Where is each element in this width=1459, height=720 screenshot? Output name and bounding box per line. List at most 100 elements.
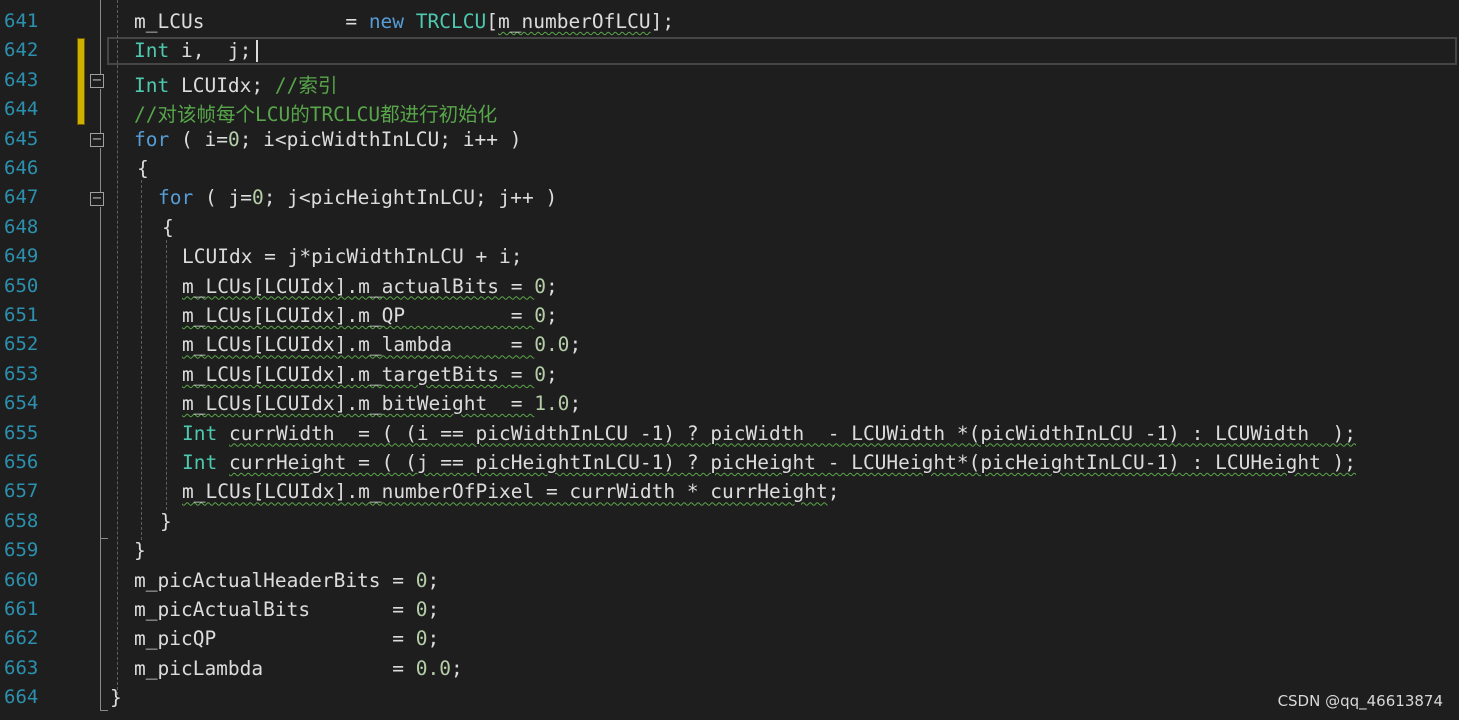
- code-line[interactable]: 654 m_LCUs[LCUIdx].m_bitWeight = 1.0;: [0, 389, 1459, 418]
- code-token: m_picQP =: [134, 627, 416, 651]
- code-token: ;: [545, 304, 558, 327]
- code-line[interactable]: 641 m_LCUs = new TRCLCU[m_numberOfLCU];: [0, 7, 1459, 36]
- code-line[interactable]: 644 //对该帧每个LCU的TRCLCU都进行初始化: [0, 95, 1459, 127]
- code-line[interactable]: 660 m_picActualHeaderBits = 0;: [0, 566, 1459, 595]
- code-comment: //索引: [274, 73, 338, 97]
- line-number: 642: [4, 39, 39, 62]
- code-token: m_numberOfLCU: [498, 10, 651, 33]
- code-text[interactable]: }: [110, 686, 122, 709]
- code-line[interactable]: 648 {: [0, 213, 1459, 242]
- code-text[interactable]: Int i, j;: [134, 39, 251, 62]
- code-text[interactable]: m_picActualBits = 0;: [134, 598, 439, 621]
- code-line[interactable]: 662 m_picQP = 0;: [0, 624, 1459, 653]
- code-number: 0: [415, 627, 428, 651]
- line-number: 652: [4, 333, 39, 356]
- line-number: 646: [4, 157, 39, 179]
- code-text[interactable]: m_LCUs[LCUIdx].m_numberOfPixel = currWid…: [182, 480, 839, 503]
- line-number: 648: [4, 215, 39, 238]
- code-token: ;: [827, 480, 840, 504]
- code-number: 0: [251, 186, 264, 210]
- code-text[interactable]: m_LCUs[LCUIdx].m_lambda = 0.0;: [182, 333, 581, 356]
- code-line[interactable]: 650 m_LCUs[LCUIdx].m_actualBits = 0;: [0, 272, 1459, 301]
- code-token: ;: [545, 362, 558, 386]
- code-line[interactable]: 663 m_picLambda = 0.0;: [0, 654, 1459, 683]
- line-number: 664: [4, 686, 39, 709]
- line-number: 656: [4, 451, 39, 473]
- code-token: ( i=: [169, 127, 228, 151]
- code-token: currHeight = ( (j == picHeightInLCU-1) ?…: [228, 451, 1357, 474]
- code-line[interactable]: 649 LCUIdx = j*picWidthInLCU + i;: [0, 242, 1459, 271]
- code-text[interactable]: m_LCUs = new TRCLCU[m_numberOfLCU];: [134, 10, 674, 33]
- line-number: 661: [4, 598, 39, 620]
- line-number: 663: [4, 656, 39, 679]
- line-number: 645: [4, 127, 39, 150]
- code-text[interactable]: m_LCUs[LCUIdx].m_QP = 0;: [182, 304, 558, 327]
- code-text[interactable]: m_picLambda = 0.0;: [134, 657, 463, 680]
- code-line[interactable]: 653 m_LCUs[LCUIdx].m_targetBits = 0;: [0, 360, 1459, 389]
- code-type: Int: [134, 73, 170, 97]
- code-text[interactable]: }: [134, 539, 146, 562]
- code-text[interactable]: m_picQP = 0;: [134, 627, 439, 650]
- code-token: }: [160, 509, 172, 533]
- line-number: 658: [4, 509, 39, 532]
- line-number: 662: [4, 627, 39, 650]
- code-line[interactable]: 664}: [0, 683, 1459, 712]
- code-token: LCUIdx;: [169, 73, 275, 97]
- code-token: ; i<picWidthInLCU; i++ ): [239, 127, 522, 151]
- watermark: CSDN @qq_46613874: [1277, 692, 1443, 710]
- code-text[interactable]: {: [162, 216, 174, 239]
- code-line[interactable]: 643 Int LCUIdx; //索引: [0, 66, 1459, 98]
- code-line[interactable]: 659}: [0, 536, 1459, 565]
- code-line[interactable]: 647 for ( j=0; j<picHeightInLCU; j++ ): [0, 183, 1459, 212]
- code-text[interactable]: }: [160, 510, 172, 533]
- code-line[interactable]: 656 Int currHeight = ( (j == picHeightInL…: [0, 448, 1459, 477]
- code-type: Int: [134, 39, 170, 63]
- line-number: 650: [4, 274, 39, 297]
- line-number: 659: [4, 539, 39, 562]
- code-text[interactable]: m_picActualHeaderBits = 0;: [134, 569, 439, 592]
- code-text[interactable]: m_LCUs[LCUIdx].m_actualBits = 0;: [182, 275, 558, 298]
- code-token: ; j<picHeightInLCU; j++ ): [263, 186, 558, 210]
- code-token: [: [486, 10, 498, 33]
- line-number: 649: [4, 245, 39, 268]
- code-number: 0.0: [534, 333, 570, 357]
- code-text[interactable]: Int LCUIdx; //索引: [134, 69, 337, 98]
- code-editor[interactable]: − − − 641 m_LCUs = new TRCLCU[m_numberOfL…: [0, 0, 1459, 720]
- line-number: 641: [4, 10, 39, 32]
- code-text[interactable]: for ( j=0; j<picHeightInLCU; j++ ): [158, 186, 557, 209]
- code-token: m_picActualHeaderBits =: [134, 568, 416, 592]
- code-text[interactable]: m_LCUs[LCUIdx].m_targetBits = 0;: [182, 363, 558, 386]
- line-number: 657: [4, 480, 39, 503]
- code-number: 0: [227, 127, 240, 151]
- code-line[interactable]: 661 m_picActualBits = 0;: [0, 595, 1459, 624]
- code-text[interactable]: Int currHeight = ( (j == picHeightInLCU-…: [182, 451, 1356, 474]
- code-token: m_LCUs[LCUIdx].m_targetBits =: [182, 362, 535, 386]
- code-text[interactable]: Int currWidth = ( (i == picWidthInLCU -1…: [182, 422, 1356, 445]
- code-token: ;: [451, 656, 463, 680]
- code-keyword: for: [158, 186, 194, 210]
- code-text[interactable]: {: [137, 157, 149, 180]
- code-line[interactable]: 645 for ( i=0; i<picWidthInLCU; i++ ): [0, 125, 1459, 154]
- code-line[interactable]: 657 m_LCUs[LCUIdx].m_numberOfPixel = curr…: [0, 477, 1459, 506]
- code-text[interactable]: LCUIdx = j*picWidthInLCU + i;: [182, 245, 522, 268]
- code-token: {: [162, 215, 174, 239]
- code-line[interactable]: 651 m_LCUs[LCUIdx].m_QP = 0;: [0, 301, 1459, 330]
- code-text[interactable]: m_LCUs[LCUIdx].m_bitWeight = 1.0;: [182, 392, 581, 415]
- code-token: }: [134, 539, 146, 563]
- line-number: 647: [4, 186, 39, 209]
- code-token: m_picActualBits =: [134, 598, 416, 621]
- code-line[interactable]: 658}: [0, 507, 1459, 536]
- code-token: ;: [427, 568, 440, 592]
- line-number: 654: [4, 392, 39, 415]
- code-text[interactable]: //对该帧每个LCU的TRCLCU都进行初始化: [134, 98, 497, 127]
- code-text[interactable]: for ( i=0; i<picWidthInLCU; i++ ): [134, 128, 521, 151]
- code-line[interactable]: 652 m_LCUs[LCUIdx].m_lambda = 0.0;: [0, 330, 1459, 359]
- line-number: 644: [4, 98, 39, 121]
- code-line[interactable]: 655 Int currWidth = ( (i == picWidthInLCU…: [0, 419, 1459, 448]
- code-line[interactable]: 642 Int i, j;: [0, 36, 1459, 65]
- code-line[interactable]: 646 {: [0, 154, 1459, 183]
- code-token: m_LCUs[LCUIdx].m_bitWeight =: [182, 392, 535, 416]
- code-number: 0: [534, 362, 546, 386]
